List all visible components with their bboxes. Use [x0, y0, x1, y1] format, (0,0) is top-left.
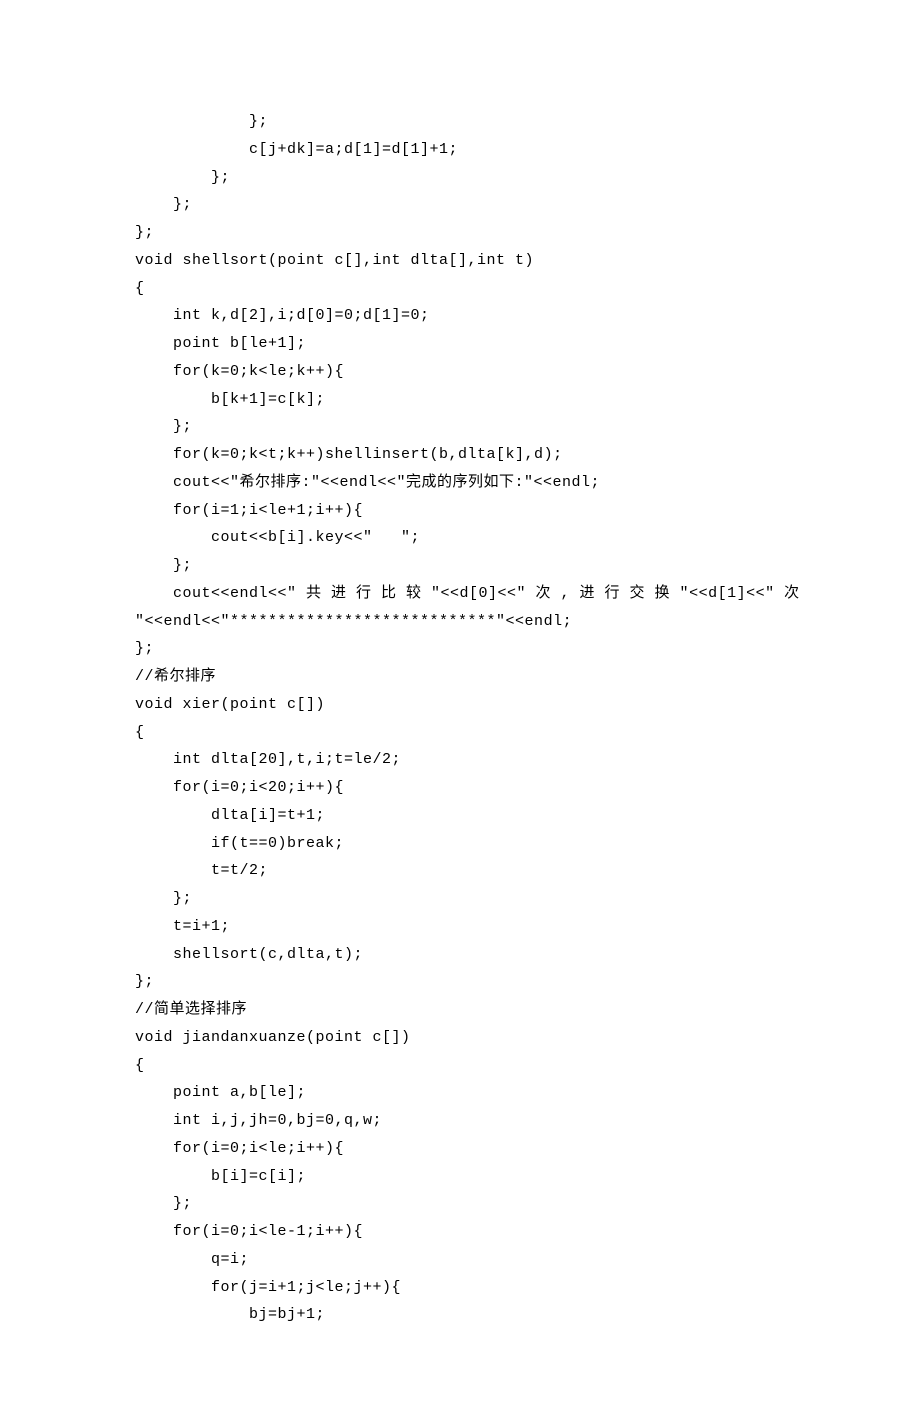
- code-line: {: [135, 1052, 785, 1080]
- code-line: b[i]=c[i];: [135, 1163, 785, 1191]
- code-line: void shellsort(point c[],int dlta[],int …: [135, 247, 785, 275]
- code-line: for(i=0;i<20;i++){: [135, 774, 785, 802]
- code-line: };: [135, 164, 785, 192]
- code-line: };: [135, 1190, 785, 1218]
- code-line: };: [135, 968, 785, 996]
- code-line: dlta[i]=t+1;: [135, 802, 785, 830]
- code-line: c[j+dk]=a;d[1]=d[1]+1;: [135, 136, 785, 164]
- code-block: }; c[j+dk]=a;d[1]=d[1]+1; }; };};void sh…: [135, 108, 785, 1329]
- code-line: for(j=i+1;j<le;j++){: [135, 1274, 785, 1302]
- code-line: void xier(point c[]): [135, 691, 785, 719]
- code-line: int dlta[20],t,i;t=le/2;: [135, 746, 785, 774]
- code-line: for(k=0;k<t;k++)shellinsert(b,dlta[k],d)…: [135, 441, 785, 469]
- code-line: "<<endl<<"****************************"<…: [135, 608, 785, 636]
- code-line: void jiandanxuanze(point c[]): [135, 1024, 785, 1052]
- code-line: cout<<"希尔排序:"<<endl<<"完成的序列如下:"<<endl;: [135, 469, 785, 497]
- code-line: point a,b[le];: [135, 1079, 785, 1107]
- code-line: };: [135, 191, 785, 219]
- code-line: for(i=0;i<le;i++){: [135, 1135, 785, 1163]
- code-line: for(k=0;k<le;k++){: [135, 358, 785, 386]
- code-line: };: [135, 108, 785, 136]
- code-line: cout<<b[i].key<<" ";: [135, 524, 785, 552]
- code-line: cout<<endl<<" 共 进 行 比 较 "<<d[0]<<" 次 , 进…: [135, 580, 785, 608]
- code-line: };: [135, 413, 785, 441]
- code-line: //简单选择排序: [135, 996, 785, 1024]
- code-line: q=i;: [135, 1246, 785, 1274]
- code-line: bj=bj+1;: [135, 1301, 785, 1329]
- code-line: shellsort(c,dlta,t);: [135, 941, 785, 969]
- code-line: t=i+1;: [135, 913, 785, 941]
- code-line: t=t/2;: [135, 857, 785, 885]
- code-line: for(i=0;i<le-1;i++){: [135, 1218, 785, 1246]
- code-line: int i,j,jh=0,bj=0,q,w;: [135, 1107, 785, 1135]
- code-line: int k,d[2],i;d[0]=0;d[1]=0;: [135, 302, 785, 330]
- code-line: b[k+1]=c[k];: [135, 386, 785, 414]
- code-line: };: [135, 635, 785, 663]
- code-line: {: [135, 275, 785, 303]
- code-line: //希尔排序: [135, 663, 785, 691]
- document-page: }; c[j+dk]=a;d[1]=d[1]+1; }; };};void sh…: [0, 0, 920, 1409]
- code-line: };: [135, 885, 785, 913]
- code-line: };: [135, 219, 785, 247]
- code-line: {: [135, 719, 785, 747]
- code-line: for(i=1;i<le+1;i++){: [135, 497, 785, 525]
- code-line: };: [135, 552, 785, 580]
- code-line: point b[le+1];: [135, 330, 785, 358]
- code-line: if(t==0)break;: [135, 830, 785, 858]
